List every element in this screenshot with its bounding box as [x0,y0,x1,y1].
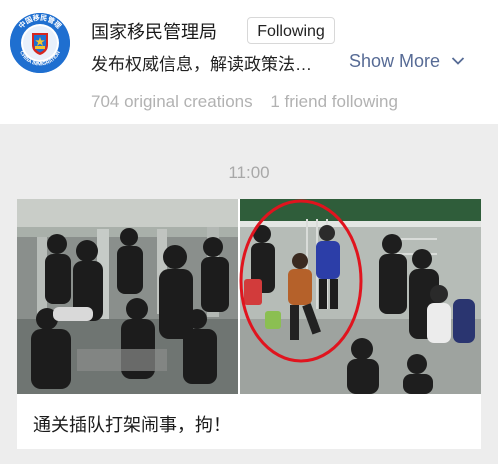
article-cover-image[interactable] [17,199,481,394]
friends-following-count[interactable]: 1 friend following [270,92,398,111]
emblem-lettering: 中国移民管理 CHINA IMMIGRATION [17,13,64,68]
following-button[interactable]: Following [247,17,335,44]
account-avatar[interactable]: 中国移民管理 CHINA IMMIGRATION [10,13,70,73]
account-description: 发布权威信息，解读政策法… [91,55,312,74]
svg-text:CHINA IMMIGRATION: CHINA IMMIGRATION [18,50,62,68]
svg-text:中国移民管理: 中国移民管理 [17,13,64,30]
original-creations-count: 704 original creations [91,92,253,111]
feed-timestamp: 11:00 [228,163,270,182]
account-stats: 704 original creations 1 friend followin… [91,92,398,112]
show-more-link[interactable]: Show More [349,51,440,72]
chevron-down-icon[interactable] [451,56,465,66]
article-title[interactable]: 通关插队打架闹事，拘！ [33,411,231,437]
account-header: 中国移民管理 CHINA IMMIGRATION 国家移民管理局 Followi… [0,0,498,124]
article-card[interactable]: 通关插队打架闹事，拘！ [17,199,481,449]
account-name[interactable]: 国家移民管理局 [91,18,217,44]
